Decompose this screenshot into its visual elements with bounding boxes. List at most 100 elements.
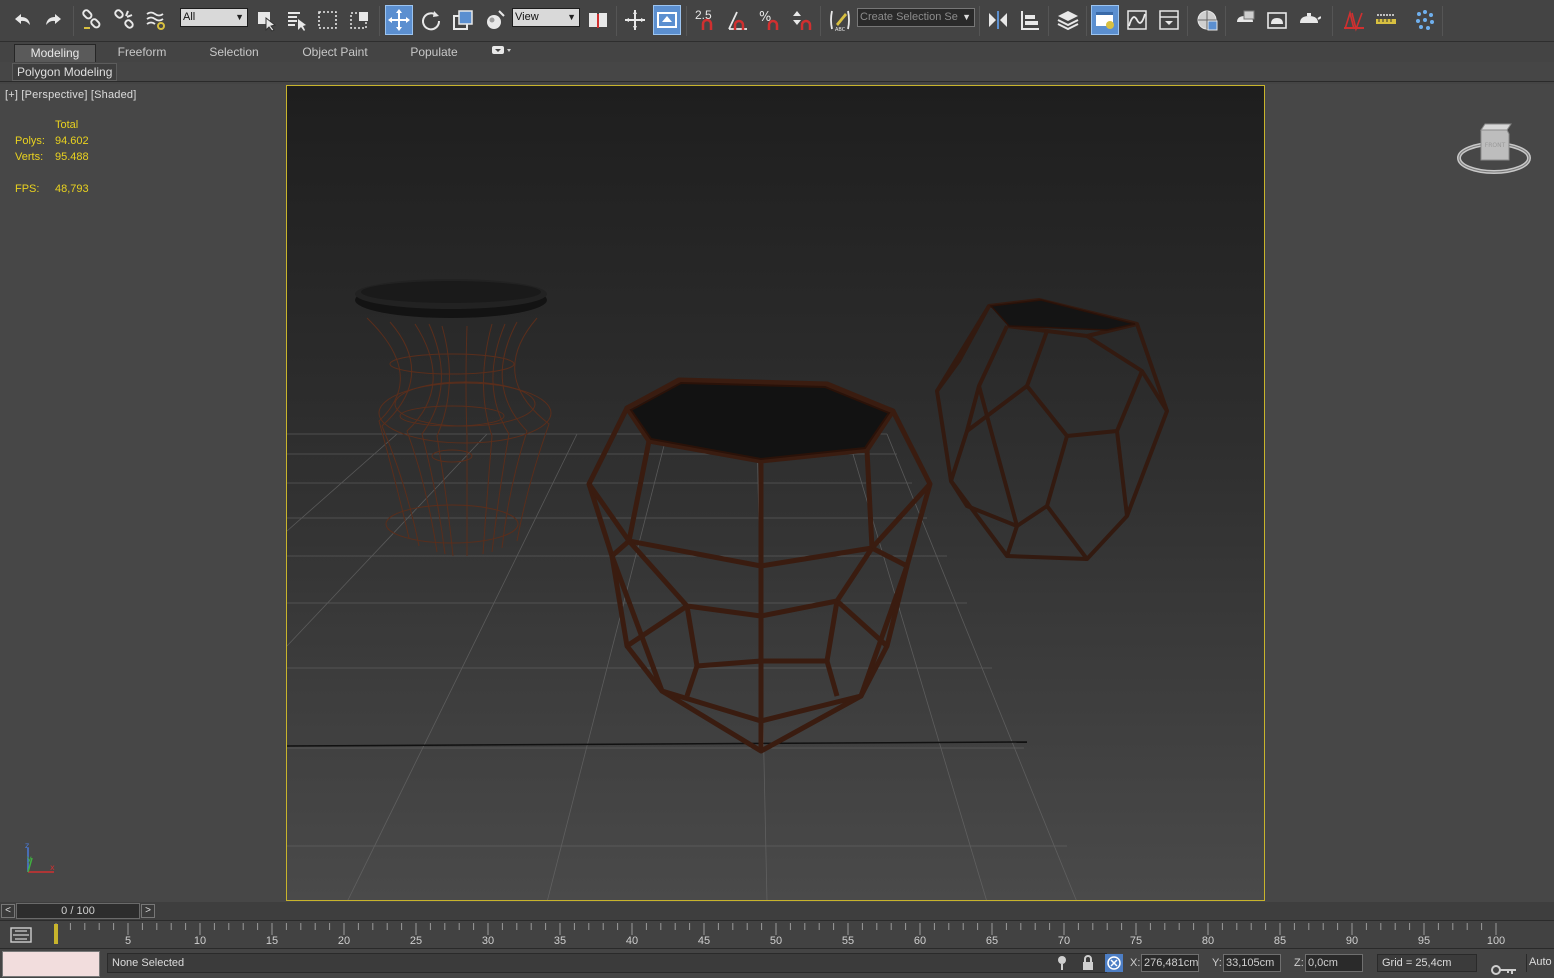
select-rotate-icon[interactable] — [417, 5, 445, 35]
trackbar[interactable]: 5 10 15 20 25 30 35 40 45 50 55 60 65 70 75 80 85 90 95 100 — [0, 920, 1554, 948]
mirror-icon[interactable] — [984, 5, 1012, 35]
x-coord-label: X: — [1130, 957, 1141, 969]
tab-modeling[interactable]: Modeling — [14, 44, 96, 62]
z-coord-label: Z: — [1294, 957, 1304, 969]
material-editor-icon[interactable] — [1193, 5, 1221, 35]
key-icon[interactable] — [1490, 963, 1518, 977]
curve-editor-mini-icon[interactable] — [10, 926, 32, 944]
chevron-down-icon: ▼ — [235, 12, 244, 22]
tab-object-paint[interactable]: Object Paint — [292, 44, 378, 62]
y-coord-label: Y: — [1212, 957, 1222, 969]
svg-text:y: y — [27, 854, 32, 863]
reference-coordinate-dropdown[interactable]: View ▼ — [512, 8, 580, 27]
spinner-snap-icon[interactable] — [788, 5, 816, 35]
select-place-icon[interactable] — [481, 5, 509, 35]
rendered-frame-window-icon[interactable] — [1263, 5, 1291, 35]
stats-verts-label: Verts: — [15, 151, 44, 163]
rectangular-selection-icon[interactable] — [314, 5, 342, 35]
select-scale-icon[interactable] — [449, 5, 477, 35]
unlink-icon[interactable] — [110, 5, 138, 35]
time-next-button[interactable]: > — [141, 904, 155, 918]
render-production-icon[interactable] — [1295, 5, 1323, 35]
ribbon-panel: Polygon Modeling — [0, 62, 1554, 82]
stats-verts-value: 95.488 — [55, 151, 89, 163]
select-manipulate-icon[interactable] — [621, 5, 649, 35]
viewcube[interactable]: FRONT — [1455, 120, 1533, 178]
tab-populate[interactable]: Populate — [396, 44, 472, 62]
current-frame-marker[interactable] — [54, 924, 58, 944]
select-move-icon[interactable] — [385, 5, 413, 35]
undo-icon[interactable] — [8, 5, 36, 35]
tab-selection[interactable]: Selection — [194, 44, 274, 62]
trackbar-tick-label: 95 — [1417, 935, 1431, 947]
trackbar-tick-label: 35 — [553, 935, 567, 947]
y-coord-field[interactable]: 33,105cm — [1223, 954, 1281, 972]
ribbon-options-icon[interactable] — [486, 44, 516, 62]
selection-filter-dropdown[interactable]: All ▼ — [180, 8, 248, 27]
stats-polys-label: Polys: — [15, 135, 45, 147]
time-slider[interactable]: < 0 / 100 > — [0, 902, 1554, 920]
time-prev-button[interactable]: < — [1, 904, 15, 918]
schematic-view-icon[interactable] — [1155, 5, 1183, 35]
stats-fps-label: FPS: — [15, 183, 40, 195]
particle-view-icon[interactable] — [1411, 5, 1439, 35]
polygon-modeling-panel[interactable]: Polygon Modeling — [12, 63, 118, 81]
lock-icon[interactable] — [1079, 954, 1097, 972]
percent-snap-icon[interactable]: % — [756, 5, 784, 35]
svg-text:x: x — [50, 863, 55, 872]
trackbar-tick-label: 5 — [124, 935, 132, 947]
time-slider-thumb[interactable]: 0 / 100 — [16, 903, 140, 919]
angle-snap-icon[interactable] — [724, 5, 752, 35]
status-bar: None Selected X: 276,481cm Y: 33,105cm Z… — [0, 948, 1554, 978]
trackbar-tick-label: 75 — [1129, 935, 1143, 947]
trackbar-tick-label: 25 — [409, 935, 423, 947]
ribbon-tabs: Modeling Freeform Selection Object Paint… — [0, 42, 1554, 62]
render-setup-icon[interactable] — [1231, 5, 1259, 35]
isolate-selection-icon[interactable] — [1054, 954, 1072, 972]
svg-text:ABC: ABC — [835, 27, 846, 32]
x-coord-field[interactable]: 276,481cm — [1141, 954, 1199, 972]
curve-editor-icon[interactable] — [1123, 5, 1151, 35]
named-selection-placeholder: Create Selection Se — [860, 11, 958, 23]
stats-fps-value: 48,793 — [55, 183, 89, 195]
chevron-down-icon: ▼ — [962, 12, 971, 22]
trackbar-tick-label: 50 — [769, 935, 783, 947]
trackbar-tick-label: 90 — [1345, 935, 1359, 947]
select-object-icon[interactable] — [252, 5, 280, 35]
align-icon[interactable] — [1016, 5, 1044, 35]
civil-view-icon[interactable] — [1340, 5, 1368, 35]
snaps-toggle-icon[interactable] — [693, 5, 721, 35]
stats-polys-value: 94.602 — [55, 135, 89, 147]
trackbar-tick-label: 70 — [1057, 935, 1071, 947]
tab-freeform[interactable]: Freeform — [102, 44, 182, 62]
viewport-label[interactable]: [+] [Perspective] [Shaded] — [5, 89, 136, 101]
viewport-area[interactable]: [+] [Perspective] [Shaded] Total Polys: … — [0, 84, 1554, 902]
z-coord-field[interactable]: 0,0cm — [1305, 954, 1363, 972]
edit-named-selection-icon[interactable]: ABC — [826, 5, 854, 35]
trackbar-tick-label: 30 — [481, 935, 495, 947]
link-icon[interactable] — [78, 5, 106, 35]
axis-tripod: z y x — [25, 842, 55, 873]
layer-explorer-icon[interactable] — [1054, 5, 1082, 35]
keyboard-shortcut-override-icon[interactable] — [653, 5, 681, 35]
window-crossing-icon[interactable] — [346, 5, 374, 35]
trackbar-tick-label: 60 — [913, 935, 927, 947]
perspective-scene — [287, 86, 1264, 900]
auto-key-button[interactable]: Auto — [1526, 954, 1554, 972]
ruler-icon[interactable] — [1372, 5, 1400, 35]
pivot-center-icon[interactable] — [584, 5, 612, 35]
grid-size-display: Grid = 25,4cm — [1377, 954, 1477, 972]
trackbar-tick-label: 10 — [193, 935, 207, 947]
named-selection-set-dropdown[interactable]: Create Selection Se ▼ — [857, 8, 975, 27]
redo-icon[interactable] — [40, 5, 68, 35]
scene-explorer-icon[interactable] — [1091, 5, 1119, 35]
absolute-mode-transform-icon[interactable] — [1105, 954, 1123, 972]
selection-filter-value: All — [183, 11, 196, 23]
main-toolbar: All ▼ View ▼ 2.5 % ABC Create Selection … — [0, 0, 1554, 42]
bind-space-warp-icon[interactable] — [142, 5, 170, 35]
maxscript-listener[interactable] — [2, 951, 100, 977]
select-by-name-icon[interactable] — [283, 5, 311, 35]
trackbar-tick-label: 100 — [1486, 935, 1506, 947]
safe-frame[interactable] — [286, 85, 1265, 901]
trackbar-tick-label: 20 — [337, 935, 351, 947]
